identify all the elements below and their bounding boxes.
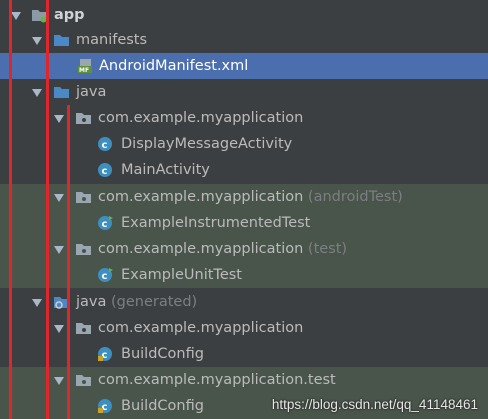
tree-row-package-generated[interactable]: com.example.myapplication (0, 315, 488, 341)
tree-row-example-instrumented-test[interactable]: c ExampleInstrumentedTest (0, 210, 488, 236)
tree-label-example-instrumented-test: ExampleInstrumentedTest (121, 215, 311, 231)
tree-label-java: java (76, 84, 107, 100)
annotation-line (9, 0, 12, 419)
tree-label-build-config-test: BuildConfig (121, 398, 204, 414)
svg-text:c: c (102, 219, 108, 230)
tree-label-package-test: com.example.myapplication (test) (98, 241, 348, 257)
tree-label-android-manifest: AndroidManifest.xml (99, 58, 249, 74)
tree-row-java-generated[interactable]: java (generated) (0, 289, 488, 315)
package-folder-icon (76, 244, 91, 255)
tree-row-display-message-activity[interactable]: c DisplayMessageActivity (0, 131, 488, 157)
package-folder-icon (76, 323, 91, 334)
svg-text:c: c (102, 271, 108, 282)
manifest-file-icon: MF (78, 59, 92, 74)
svg-text:c: c (102, 166, 108, 177)
project-tree: app manifests MF AndroidManifest.xml jav… (0, 0, 488, 419)
tree-row-manifests[interactable]: manifests (0, 27, 488, 53)
locked-class-icon: c (98, 347, 112, 361)
test-class-icon: c (98, 268, 113, 282)
tree-row-example-unit-test[interactable]: c ExampleUnitTest (0, 262, 488, 288)
tree-label-manifests: manifests (76, 32, 148, 48)
folder-icon (54, 35, 69, 46)
expand-arrow-icon[interactable] (11, 12, 21, 20)
expand-arrow-icon[interactable] (54, 377, 64, 385)
tree-row-app[interactable]: app (0, 2, 488, 28)
test-class-icon: c (98, 216, 113, 230)
package-folder-icon (76, 113, 91, 124)
tree-label-package-android-test: com.example.myapplication (androidTest) (98, 189, 403, 205)
tree-label-display-message-activity: DisplayMessageActivity (121, 136, 293, 152)
tree-row-package-main[interactable]: com.example.myapplication (0, 105, 488, 131)
tree-label-package-main: com.example.myapplication (98, 110, 304, 126)
annotation-line (67, 105, 70, 419)
tree-row-package-test[interactable]: com.example.myapplication (test) (0, 236, 488, 262)
tree-row-java[interactable]: java (0, 79, 488, 105)
java-class-icon: c (98, 137, 112, 151)
watermark-text: https://blog.csdn.net/qq_41148461 (271, 397, 478, 412)
tree-label-java-generated: java (generated) (76, 294, 198, 310)
tree-label-build-config: BuildConfig (121, 346, 204, 362)
java-class-icon: c (98, 163, 112, 177)
tree-row-main-activity[interactable]: c MainActivity (0, 157, 488, 183)
expand-arrow-icon[interactable] (54, 115, 64, 123)
tree-label-example-unit-test: ExampleUnitTest (121, 267, 242, 283)
tree-label-app: app (54, 7, 85, 23)
svg-text:c: c (102, 140, 108, 151)
tree-label-package-generated: com.example.myapplication (98, 320, 304, 336)
tree-row-package-android-test[interactable]: com.example.myapplication (androidTest) (0, 184, 488, 210)
expand-arrow-icon[interactable] (54, 246, 64, 254)
package-folder-icon (76, 192, 91, 203)
package-folder-icon (76, 375, 91, 386)
tree-label-package-generated-test: com.example.myapplication.test (98, 372, 336, 388)
folder-icon (54, 87, 69, 98)
annotation-line (46, 0, 49, 419)
expand-arrow-icon[interactable] (54, 194, 64, 202)
expand-arrow-icon[interactable] (32, 37, 42, 45)
generated-suffix: (generated) (111, 294, 198, 310)
expand-arrow-icon[interactable] (32, 299, 42, 307)
expand-arrow-icon[interactable] (54, 325, 64, 333)
tree-label-main-activity: MainActivity (121, 162, 210, 178)
locked-class-icon: c (98, 399, 112, 413)
tree-row-package-generated-test[interactable]: com.example.myapplication.test (0, 367, 488, 393)
svg-text:MF: MF (79, 67, 89, 74)
expand-arrow-icon[interactable] (32, 89, 42, 97)
tree-row-android-manifest[interactable]: MF AndroidManifest.xml (0, 53, 488, 79)
source-set-suffix: (test) (307, 241, 348, 257)
tree-row-build-config[interactable]: c BuildConfig (0, 341, 488, 367)
source-set-suffix: (androidTest) (307, 189, 403, 205)
